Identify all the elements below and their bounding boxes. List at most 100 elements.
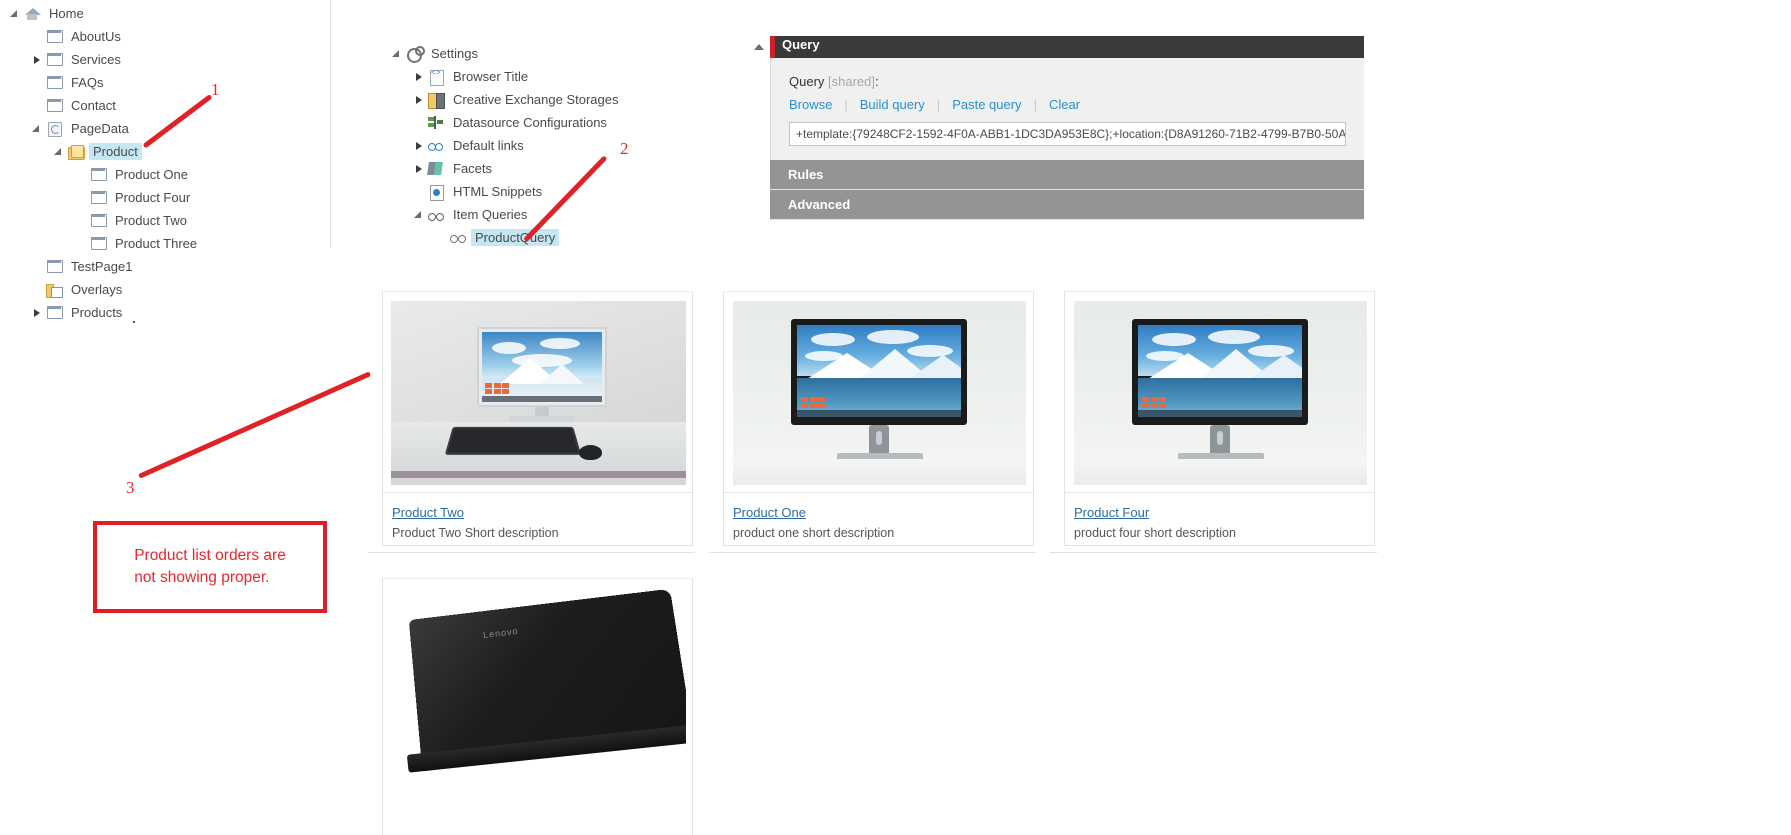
tree-item-browser-title[interactable]: Browser Title: [390, 65, 720, 88]
product-image: [1074, 301, 1367, 485]
tree-item-facets[interactable]: Facets: [390, 157, 720, 180]
page-icon: [88, 212, 108, 230]
page-icon: [44, 304, 64, 322]
expander-closed-icon[interactable]: [30, 306, 44, 320]
paste-query-link[interactable]: Paste query: [952, 97, 1021, 112]
product-card-body: Product Four product four short descript…: [1065, 495, 1374, 540]
tree-item-product-three[interactable]: Product Three: [8, 232, 328, 255]
tree-item-label: Contact: [71, 98, 116, 113]
query-panel: Query Query [shared]: Browse | Build que…: [754, 36, 1364, 220]
desk-edge: [391, 471, 686, 478]
expander-open-icon[interactable]: [30, 122, 44, 136]
tree-item-label: Item Queries: [453, 207, 528, 222]
tree-item-label: TestPage1: [71, 259, 133, 274]
tree-item-creative-exchange-storages[interactable]: Creative Exchange Storages: [390, 88, 720, 111]
collapse-arrow-icon[interactable]: [752, 39, 766, 53]
tree-item-label: Product Three: [115, 236, 198, 251]
expander-closed-icon[interactable]: [412, 70, 426, 84]
row-separator: [368, 552, 695, 553]
tree-item-label: FAQs: [71, 75, 104, 90]
annotation-marker-1: 1: [211, 80, 220, 99]
keyboard: [444, 426, 582, 455]
stray-dot: [133, 321, 135, 323]
product-title-link[interactable]: Product One: [733, 505, 806, 520]
tree-item-product-four[interactable]: Product Four: [8, 186, 328, 209]
page-icon: [44, 97, 64, 115]
tree-item-testpage1[interactable]: TestPage1: [8, 255, 328, 278]
tree-item-default-links[interactable]: Default links: [390, 134, 720, 157]
tree-item-product-one[interactable]: Product One: [8, 163, 328, 186]
monitor-artwork: [791, 319, 967, 431]
product-card[interactable]: Product One product one short descriptio…: [723, 291, 1034, 546]
tree-item-productquery[interactable]: ProductQuery: [390, 226, 720, 249]
query-field-shared-tag: [shared]: [828, 74, 876, 89]
monitor-artwork: [477, 327, 607, 413]
product-description: product one short description: [733, 526, 895, 540]
tree-item-contact[interactable]: Contact: [8, 94, 328, 117]
tree-item-label: Overlays: [71, 282, 123, 297]
browse-link[interactable]: Browse: [789, 97, 832, 112]
tree-item-faqs[interactable]: FAQs: [8, 71, 328, 94]
tree-item-label: Datasource Configurations: [453, 115, 607, 130]
product-description: Product Two Short description: [392, 526, 559, 540]
tree-item-products[interactable]: Products: [8, 301, 328, 324]
tree-item-label: Product: [89, 143, 142, 160]
annotation-note-text: Product list orders are not showing prop…: [134, 545, 286, 589]
product-image: [733, 301, 1026, 485]
expander-closed-icon[interactable]: [412, 139, 426, 153]
advanced-section-header[interactable]: Advanced: [770, 190, 1364, 220]
expander-closed-icon[interactable]: [412, 93, 426, 107]
clear-link[interactable]: Clear: [1049, 97, 1080, 112]
page-icon: [88, 166, 108, 184]
expander-closed-icon[interactable]: [30, 53, 44, 67]
expander-closed-icon[interactable]: [412, 162, 426, 176]
content-tree[interactable]: Home AboutUs Services FAQs Contact PageData Pr…: [8, 2, 328, 324]
expander-open-icon[interactable]: [8, 7, 22, 21]
product-card-body: Product Two Product Two Short descriptio…: [383, 495, 692, 540]
page-icon: [44, 74, 64, 92]
card-divider: [1065, 492, 1374, 493]
tree-item-label: Product One: [115, 167, 188, 182]
tree-item-product[interactable]: Product: [8, 140, 328, 163]
expander-open-icon[interactable]: [52, 145, 66, 159]
datasource-icon: [426, 114, 446, 132]
annotation-marker-2: 2: [620, 139, 629, 158]
product-card[interactable]: Product Four product four short descript…: [1064, 291, 1375, 546]
query-icon: [448, 229, 468, 247]
row-separator: [709, 552, 1036, 553]
build-query-link[interactable]: Build query: [860, 97, 925, 112]
product-card[interactable]: Product Two Product Two Short descriptio…: [382, 291, 693, 546]
product-title-link[interactable]: Product Two: [392, 505, 464, 520]
tree-item-settings[interactable]: Settings: [390, 42, 720, 65]
tree-item-product-two[interactable]: Product Two: [8, 209, 328, 232]
query-input[interactable]: +template:{79248CF2-1592-4F0A-ABB1-1DC3D…: [789, 122, 1346, 146]
tree-divider: [330, 0, 331, 248]
tree-item-overlays[interactable]: Overlays: [8, 278, 328, 301]
expander-open-icon[interactable]: [412, 208, 426, 222]
overlays-icon: [44, 281, 64, 299]
card-divider: [724, 492, 1033, 493]
query-field-colon: :: [875, 74, 879, 89]
query-field-label-text: Query: [789, 74, 825, 89]
product-description: product four short description: [1074, 526, 1236, 540]
tree-item-aboutus[interactable]: AboutUs: [8, 25, 328, 48]
tree-item-label: PageData: [71, 121, 129, 136]
monitor-artwork: [1132, 319, 1308, 431]
tree-item-home[interactable]: Home: [8, 2, 328, 25]
product-card-partial[interactable]: Lenovo: [382, 578, 693, 835]
tree-item-services[interactable]: Services: [8, 48, 328, 71]
annotation-note-line1: Product list orders are: [134, 547, 286, 564]
expander-open-icon[interactable]: [390, 47, 404, 61]
settings-tree[interactable]: Settings Browser Title Creative Exchange S…: [390, 42, 720, 249]
tree-item-label: Product Two: [115, 213, 188, 228]
tree-item-datasource-configurations[interactable]: Datasource Configurations: [390, 111, 720, 134]
html-snippet-icon: [426, 183, 446, 201]
product-title-link[interactable]: Product Four: [1074, 505, 1149, 520]
rules-section-header[interactable]: Rules: [770, 160, 1364, 190]
tree-item-html-snippets[interactable]: HTML Snippets: [390, 180, 720, 203]
